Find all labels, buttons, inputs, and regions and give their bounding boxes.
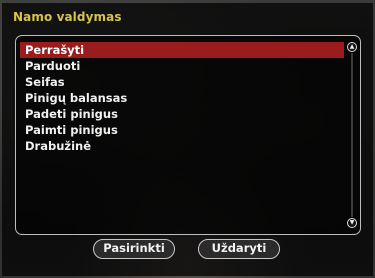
options-list-box: Perrašyti Parduoti Seifas Pinigų balansa… [15, 35, 361, 235]
scroll-up-icon[interactable]: ▲ [347, 42, 357, 52]
list-item-rewrite[interactable]: Perrašyti [20, 42, 344, 58]
scroll-track[interactable] [351, 53, 353, 217]
list-item-sell[interactable]: Parduoti [20, 58, 344, 74]
close-button[interactable]: Uždaryti [198, 239, 280, 259]
house-management-dialog: Namo valdymas Perrašyti Parduoti Seifas … [2, 3, 373, 276]
scroll-down-icon[interactable]: ▼ [347, 218, 357, 228]
select-button[interactable]: Pasirinkti [93, 239, 175, 259]
list-scrollbar[interactable]: ▲ ▼ [347, 42, 357, 228]
options-list: Perrašyti Parduoti Seifas Pinigų balansa… [20, 42, 344, 154]
list-item-money-balance[interactable]: Pinigų balansas [20, 90, 344, 106]
dialog-title: Namo valdymas [13, 10, 122, 24]
list-item-wardrobe[interactable]: Drabužinė [20, 138, 344, 154]
list-item-deposit-money[interactable]: Padeti pinigus [20, 106, 344, 122]
list-item-safe[interactable]: Seifas [20, 74, 344, 90]
list-item-withdraw-money[interactable]: Paimti pinigus [20, 122, 344, 138]
